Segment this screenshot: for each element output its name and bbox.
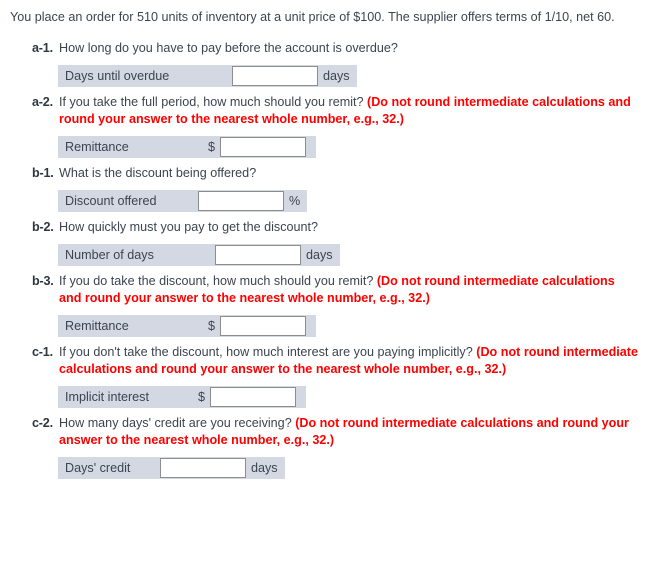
question-block: c-2. How many days' credit are you receiv… (10, 415, 638, 479)
answer-input[interactable] (232, 66, 318, 86)
currency-symbol: $ (207, 319, 215, 333)
answer-row: Days until overdue days (58, 65, 357, 87)
answer-input[interactable] (220, 137, 306, 157)
answer-input[interactable] (210, 387, 296, 407)
answer-input-cell (210, 386, 296, 408)
question-prompt: If you take the full period, how much sh… (59, 95, 368, 109)
question-text: How many days' credit are you receiving?… (59, 415, 638, 449)
answer-label: Implicit interest (65, 390, 149, 404)
question-text: How long do you have to pay before the a… (59, 40, 638, 57)
question-prompt: How quickly must you pay to get the disc… (59, 220, 319, 234)
answer-row: Days' credit days (58, 457, 285, 479)
question-block: a-1. How long do you have to pay before t… (10, 40, 638, 87)
question-text: What is the discount being offered? (59, 165, 638, 182)
answer-unit: % (289, 194, 301, 208)
answer-label: Days' credit (65, 461, 131, 475)
answer-row: Number of days days (58, 244, 340, 266)
answer-unit: days (323, 69, 350, 83)
answer-unit: days (306, 248, 333, 262)
answer-input-cell (215, 244, 301, 266)
question-number: c-2. (32, 416, 53, 430)
question-number: a-1. (32, 41, 53, 55)
question-block: b-3. If you do take the discount, how muc… (10, 273, 638, 337)
answer-row: Remittance $ (58, 315, 316, 337)
question-line: b-1. What is the discount being offered? (10, 165, 638, 182)
question-prompt: How long do you have to pay before the a… (59, 41, 398, 55)
problem-stem: You place an order for 510 units of inve… (10, 10, 615, 24)
row-trailing-pad (306, 315, 316, 337)
question-number: b-2. (32, 220, 54, 234)
row-trailing-pad (306, 136, 316, 158)
question-number: c-1. (32, 345, 53, 359)
answer-unit: days (251, 461, 278, 475)
answer-input-cell (220, 136, 306, 158)
worksheet-page: You place an order for 510 units of inve… (0, 0, 648, 583)
answer-label: Remittance (65, 140, 129, 154)
question-line: b-2. How quickly must you pay to get the … (10, 219, 638, 236)
answer-input[interactable] (160, 458, 246, 478)
questions-container: a-1. How long do you have to pay before t… (10, 40, 638, 479)
answer-input-cell (160, 457, 246, 479)
question-text: If you do take the discount, how much sh… (59, 273, 638, 307)
question-prompt: What is the discount being offered? (59, 166, 257, 180)
answer-input-cell (232, 65, 318, 87)
question-block: b-2. How quickly must you pay to get the … (10, 219, 638, 266)
question-prompt: How many days' credit are you receiving? (59, 416, 296, 430)
answer-label: Days until overdue (65, 69, 170, 83)
question-prompt: If you don't take the discount, how much… (59, 345, 477, 359)
answer-input[interactable] (220, 316, 306, 336)
answer-input-cell (198, 190, 284, 212)
answer-label: Number of days (65, 248, 154, 262)
answer-row: Implicit interest $ (58, 386, 306, 408)
answer-row: Discount offered% (58, 190, 308, 212)
question-number: b-3. (32, 274, 54, 288)
currency-symbol: $ (207, 140, 215, 154)
answer-label: Remittance (65, 319, 129, 333)
question-text: How quickly must you pay to get the disc… (59, 219, 638, 236)
currency-symbol: $ (197, 390, 205, 404)
answer-input[interactable] (215, 245, 301, 265)
question-text: If you don't take the discount, how much… (59, 344, 638, 378)
question-prompt: If you do take the discount, how much sh… (59, 274, 377, 288)
question-line: a-2. If you take the full period, how muc… (10, 94, 638, 128)
answer-input[interactable] (198, 191, 284, 211)
answer-label: Discount offered (65, 194, 157, 208)
question-line: a-1. How long do you have to pay before t… (10, 40, 638, 57)
question-block: c-1. If you don't take the discount, how … (10, 344, 638, 408)
question-line: b-3. If you do take the discount, how muc… (10, 273, 638, 307)
question-line: c-1. If you don't take the discount, how … (10, 344, 638, 378)
question-number: b-1. (32, 166, 54, 180)
row-trailing-pad (296, 386, 306, 408)
answer-input-cell (220, 315, 306, 337)
question-block: b-1. What is the discount being offered? D… (10, 165, 638, 212)
question-text: If you take the full period, how much sh… (59, 94, 638, 128)
question-block: a-2. If you take the full period, how muc… (10, 94, 638, 158)
answer-row: Remittance $ (58, 136, 316, 158)
question-number: a-2. (32, 95, 53, 109)
question-line: c-2. How many days' credit are you receiv… (10, 415, 638, 449)
